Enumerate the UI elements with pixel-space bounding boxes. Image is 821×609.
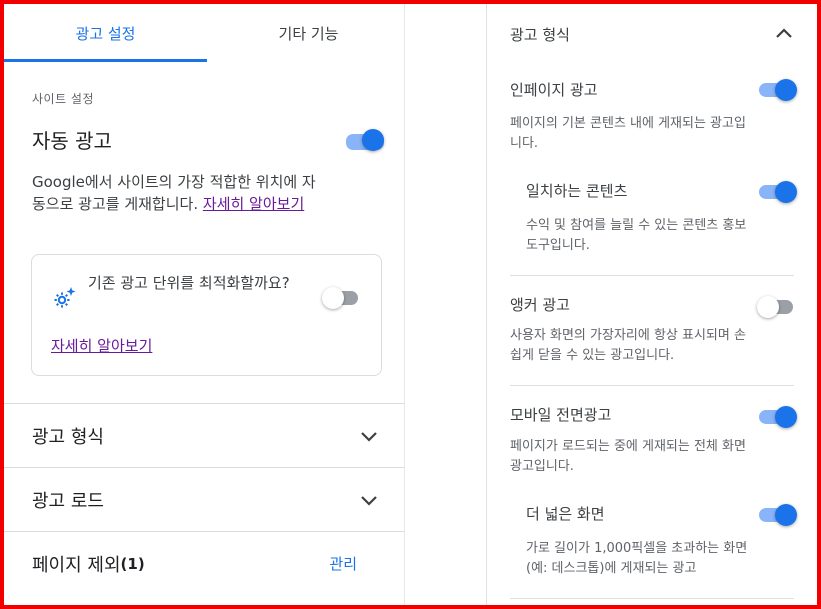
panel-gap xyxy=(405,4,486,605)
toggle-knob xyxy=(775,406,797,428)
tab-bar: 광고 설정 기타 기능 xyxy=(4,4,405,62)
auto-ads-description: Google에서 사이트의 가장 적합한 위치에 자동으로 광고를 게재합니다.… xyxy=(32,171,322,215)
toggle-knob xyxy=(322,287,344,309)
toggle-knob xyxy=(775,504,797,526)
tab-ad-settings[interactable]: 광고 설정 xyxy=(4,4,207,62)
anchor-ads-title: 앵커 광고 xyxy=(510,296,570,314)
mobile-interstitial-toggle[interactable] xyxy=(757,404,797,428)
optimize-card-text: 기존 광고 단위를 최적화할까요? xyxy=(88,274,290,292)
active-tab-indicator xyxy=(4,59,207,62)
toggle-knob xyxy=(775,79,797,101)
chevron-up-icon[interactable] xyxy=(774,24,794,44)
mobile-interstitial-title: 모바일 전면광고 xyxy=(510,406,612,424)
optimize-card-learn-more-link[interactable]: 자세히 알아보기 xyxy=(51,335,152,356)
page-exclusion-count: (1) xyxy=(120,554,145,573)
in-page-ads-title: 인페이지 광고 xyxy=(510,81,598,99)
wider-screen-title: 더 넓은 화면 xyxy=(526,505,605,523)
manage-button[interactable]: 관리 xyxy=(329,553,357,574)
tab-other-features[interactable]: 기타 기능 xyxy=(207,4,405,62)
chevron-down-icon xyxy=(361,432,377,442)
wider-screen-toggle[interactable] xyxy=(757,502,797,526)
separator xyxy=(510,275,794,276)
wider-screen-desc: 가로 길이가 1,000픽셀을 초과하는 화면(예: 데스크톱)에 게재되는 광… xyxy=(526,541,748,576)
page-exclusion-row: 페이지 제외 (1) 관리 xyxy=(4,531,405,595)
optimize-ad-units-toggle[interactable] xyxy=(322,285,362,309)
section-label: 광고 로드 xyxy=(32,490,104,512)
auto-ads-learn-more-link[interactable]: 자세히 알아보기 xyxy=(203,195,304,213)
separator xyxy=(510,385,794,386)
sparkle-gear-icon xyxy=(54,287,76,308)
toggle-knob xyxy=(775,181,797,203)
section-label: 광고 형식 xyxy=(32,426,104,448)
section-ad-formats[interactable]: 광고 형식 xyxy=(4,403,405,467)
section-ad-load[interactable]: 광고 로드 xyxy=(4,467,405,531)
section-label-site-settings: 사이트 설정 xyxy=(32,92,95,106)
matched-content-toggle[interactable] xyxy=(757,179,797,203)
in-page-ads-desc: 페이지의 기본 콘텐츠 내에 게재되는 광고입니다. xyxy=(510,116,746,151)
toggle-knob xyxy=(362,129,384,151)
mobile-interstitial-desc: 페이지가 로드되는 중에 게재되는 전체 화면 광고입니다. xyxy=(510,439,746,474)
separator xyxy=(510,598,794,599)
ad-formats-header: 광고 형식 xyxy=(510,26,570,44)
anchor-ads-desc: 사용자 화면의 가장자리에 항상 표시되며 손쉽게 닫을 수 있는 광고입니다. xyxy=(510,328,746,363)
matched-content-desc: 수익 및 참여를 늘릴 수 있는 콘텐츠 홍보 도구입니다. xyxy=(526,218,747,253)
optimize-ad-units-card: 기존 광고 단위를 최적화할까요? 자세히 알아보기 xyxy=(31,254,382,376)
page-exclusion-label: 페이지 제외 xyxy=(32,554,121,576)
toggle-knob xyxy=(757,296,779,318)
anchor-ads-toggle[interactable] xyxy=(757,294,797,318)
chevron-down-icon xyxy=(361,496,377,506)
auto-ads-toggle[interactable] xyxy=(344,127,384,151)
ad-formats-panel: 광고 형식 인페이지 광고 페이지의 기본 콘텐츠 내에 게재되는 광고입니다.… xyxy=(487,4,817,605)
auto-ads-title: 자동 광고 xyxy=(32,129,112,153)
in-page-ads-toggle[interactable] xyxy=(757,77,797,101)
matched-content-title: 일치하는 콘텐츠 xyxy=(526,182,628,200)
ad-settings-panel: 광고 설정 기타 기능 사이트 설정 자동 광고 Google에서 사이트의 가… xyxy=(4,4,405,605)
